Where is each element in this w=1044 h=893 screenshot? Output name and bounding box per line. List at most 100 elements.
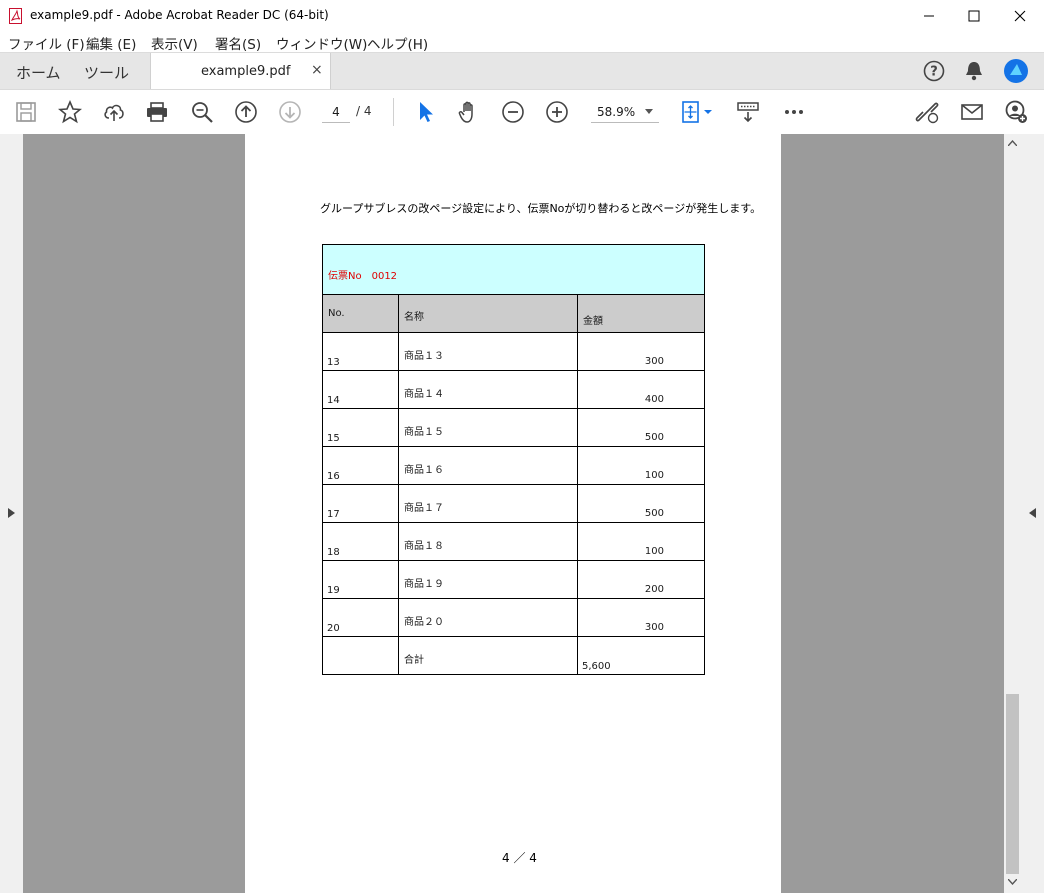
account-avatar-icon[interactable] xyxy=(1003,58,1029,84)
table-row: 16 商品１６ 100 xyxy=(322,446,705,485)
fit-page-icon[interactable] xyxy=(680,100,714,124)
page-number-input[interactable]: 4 xyxy=(322,102,350,123)
toolbar: 4 / 4 58.9% xyxy=(0,89,1044,135)
table-row: 14 商品１４ 400 xyxy=(322,370,705,409)
page-total-label: / 4 xyxy=(356,104,372,118)
chevron-up-icon[interactable] xyxy=(1008,140,1017,146)
table-row: 15 商品１５ 500 xyxy=(322,408,705,447)
close-window-button[interactable] xyxy=(997,0,1043,32)
add-user-icon[interactable] xyxy=(1004,100,1028,124)
email-icon[interactable] xyxy=(960,100,984,124)
menu-view[interactable]: 表示(V) xyxy=(151,33,198,53)
row-no: 16 xyxy=(327,471,340,482)
help-icon[interactable]: ? xyxy=(922,59,946,83)
menu-file[interactable]: ファイル (F) xyxy=(8,33,85,53)
tab-document-label: example9.pdf xyxy=(201,64,291,79)
row-amount: 100 xyxy=(644,546,664,557)
page-intro-text: グループサブレスの改ページ設定により、伝票Noが切り替わると改ページが発生します… xyxy=(320,202,762,215)
zoom-level-dropdown[interactable]: 58.9% xyxy=(591,102,659,123)
total-value: 5,600 xyxy=(582,661,611,672)
row-name: 商品１９ xyxy=(404,579,444,590)
tab-close-button[interactable]: × xyxy=(311,62,323,78)
column-header-row: No. 名称 金額 xyxy=(322,294,705,333)
vertical-scrollbar[interactable] xyxy=(1004,134,1021,893)
row-name: 商品１８ xyxy=(404,541,444,552)
table-row: 19 商品１９ 200 xyxy=(322,560,705,599)
row-no: 19 xyxy=(327,585,340,596)
row-amount: 300 xyxy=(644,356,664,367)
svg-text:?: ? xyxy=(930,65,938,80)
scroll-mode-icon[interactable] xyxy=(736,100,760,124)
previous-page-icon[interactable] xyxy=(234,100,258,124)
chevron-down-icon xyxy=(645,109,653,114)
table-row: 17 商品１７ 500 xyxy=(322,484,705,523)
row-name: 商品１６ xyxy=(404,465,444,476)
next-page-icon[interactable] xyxy=(278,100,302,124)
share-link-icon[interactable] xyxy=(915,100,939,124)
column-header-no: No. xyxy=(322,294,399,333)
right-panel-toggle[interactable] xyxy=(1021,134,1044,893)
menu-bar: ファイル (F) 編集 (E) 表示(V) 署名(S) ウィンドウ(W) ヘルプ… xyxy=(0,32,1044,53)
slip-header-row: 伝票No 0012 xyxy=(322,244,705,295)
title-bar: example9.pdf - Adobe Acrobat Reader DC (… xyxy=(0,0,1044,32)
chevron-right-icon xyxy=(8,508,15,518)
row-no: 15 xyxy=(327,433,340,444)
zoom-out-icon[interactable] xyxy=(501,100,525,124)
document-viewer[interactable]: グループサブレスの改ページ設定により、伝票Noが切り替わると改ページが発生します… xyxy=(0,134,1044,893)
slip-number: 伝票No 0012 xyxy=(322,244,705,295)
maximize-icon xyxy=(968,10,980,22)
column-header-amount: 金額 xyxy=(577,294,705,333)
row-amount: 400 xyxy=(644,394,664,405)
row-no: 20 xyxy=(327,623,340,634)
menu-edit[interactable]: 編集 (E) xyxy=(86,33,136,53)
select-cursor-icon[interactable] xyxy=(414,100,438,124)
tab-home[interactable]: ホーム xyxy=(16,62,61,83)
row-amount: 500 xyxy=(644,432,664,443)
row-name: 商品２０ xyxy=(404,617,444,628)
save-icon[interactable] xyxy=(14,100,38,124)
row-amount: 500 xyxy=(644,508,664,519)
total-row: 合計 5,600 xyxy=(322,636,705,675)
left-panel-toggle[interactable] xyxy=(0,134,23,893)
zoom-in-icon[interactable] xyxy=(545,100,569,124)
pdf-page: グループサブレスの改ページ設定により、伝票Noが切り替わると改ページが発生します… xyxy=(245,134,781,893)
print-icon[interactable] xyxy=(145,100,169,124)
row-no: 17 xyxy=(327,509,340,520)
table-row: 13 商品１３ 300 xyxy=(322,332,705,371)
row-name: 商品１７ xyxy=(404,503,444,514)
bookmark-star-icon[interactable] xyxy=(58,100,82,124)
zoom-search-icon[interactable] xyxy=(190,100,214,124)
row-no: 13 xyxy=(327,357,340,368)
tab-document[interactable]: example9.pdf × xyxy=(150,53,331,90)
menu-sign[interactable]: 署名(S) xyxy=(215,33,261,53)
hand-tool-icon[interactable] xyxy=(457,100,481,124)
close-icon xyxy=(1014,10,1026,22)
tab-tools[interactable]: ツール xyxy=(84,62,129,83)
window-title: example9.pdf - Adobe Acrobat Reader DC (… xyxy=(30,8,329,22)
total-label: 合計 xyxy=(404,655,424,666)
page-footer-number: 4 ／ 4 xyxy=(502,851,537,865)
more-tools-icon[interactable] xyxy=(782,100,806,124)
row-no: 18 xyxy=(327,547,340,558)
minimize-icon xyxy=(924,15,934,17)
menu-window[interactable]: ウィンドウ(W) xyxy=(276,33,367,53)
tab-bar: ホーム ツール example9.pdf × ? xyxy=(0,52,1044,90)
table-row: 20 商品２０ 300 xyxy=(322,598,705,637)
column-header-name: 名称 xyxy=(398,294,578,333)
row-amount: 300 xyxy=(644,622,664,633)
row-name: 商品１５ xyxy=(404,427,444,438)
cloud-upload-icon[interactable] xyxy=(102,100,126,124)
notification-bell-icon[interactable] xyxy=(963,59,985,83)
row-name: 商品１３ xyxy=(404,351,444,362)
menu-help[interactable]: ヘルプ(H) xyxy=(367,33,428,53)
toolbar-divider xyxy=(393,98,394,126)
table-row: 18 商品１８ 100 xyxy=(322,522,705,561)
maximize-button[interactable] xyxy=(951,0,997,32)
chevron-left-icon xyxy=(1029,508,1036,518)
row-amount: 200 xyxy=(644,584,664,595)
row-no: 14 xyxy=(327,395,340,406)
chevron-down-icon[interactable] xyxy=(1008,879,1017,885)
minimize-button[interactable] xyxy=(906,0,952,32)
row-name: 商品１４ xyxy=(404,389,444,400)
scrollbar-thumb[interactable] xyxy=(1006,694,1019,874)
